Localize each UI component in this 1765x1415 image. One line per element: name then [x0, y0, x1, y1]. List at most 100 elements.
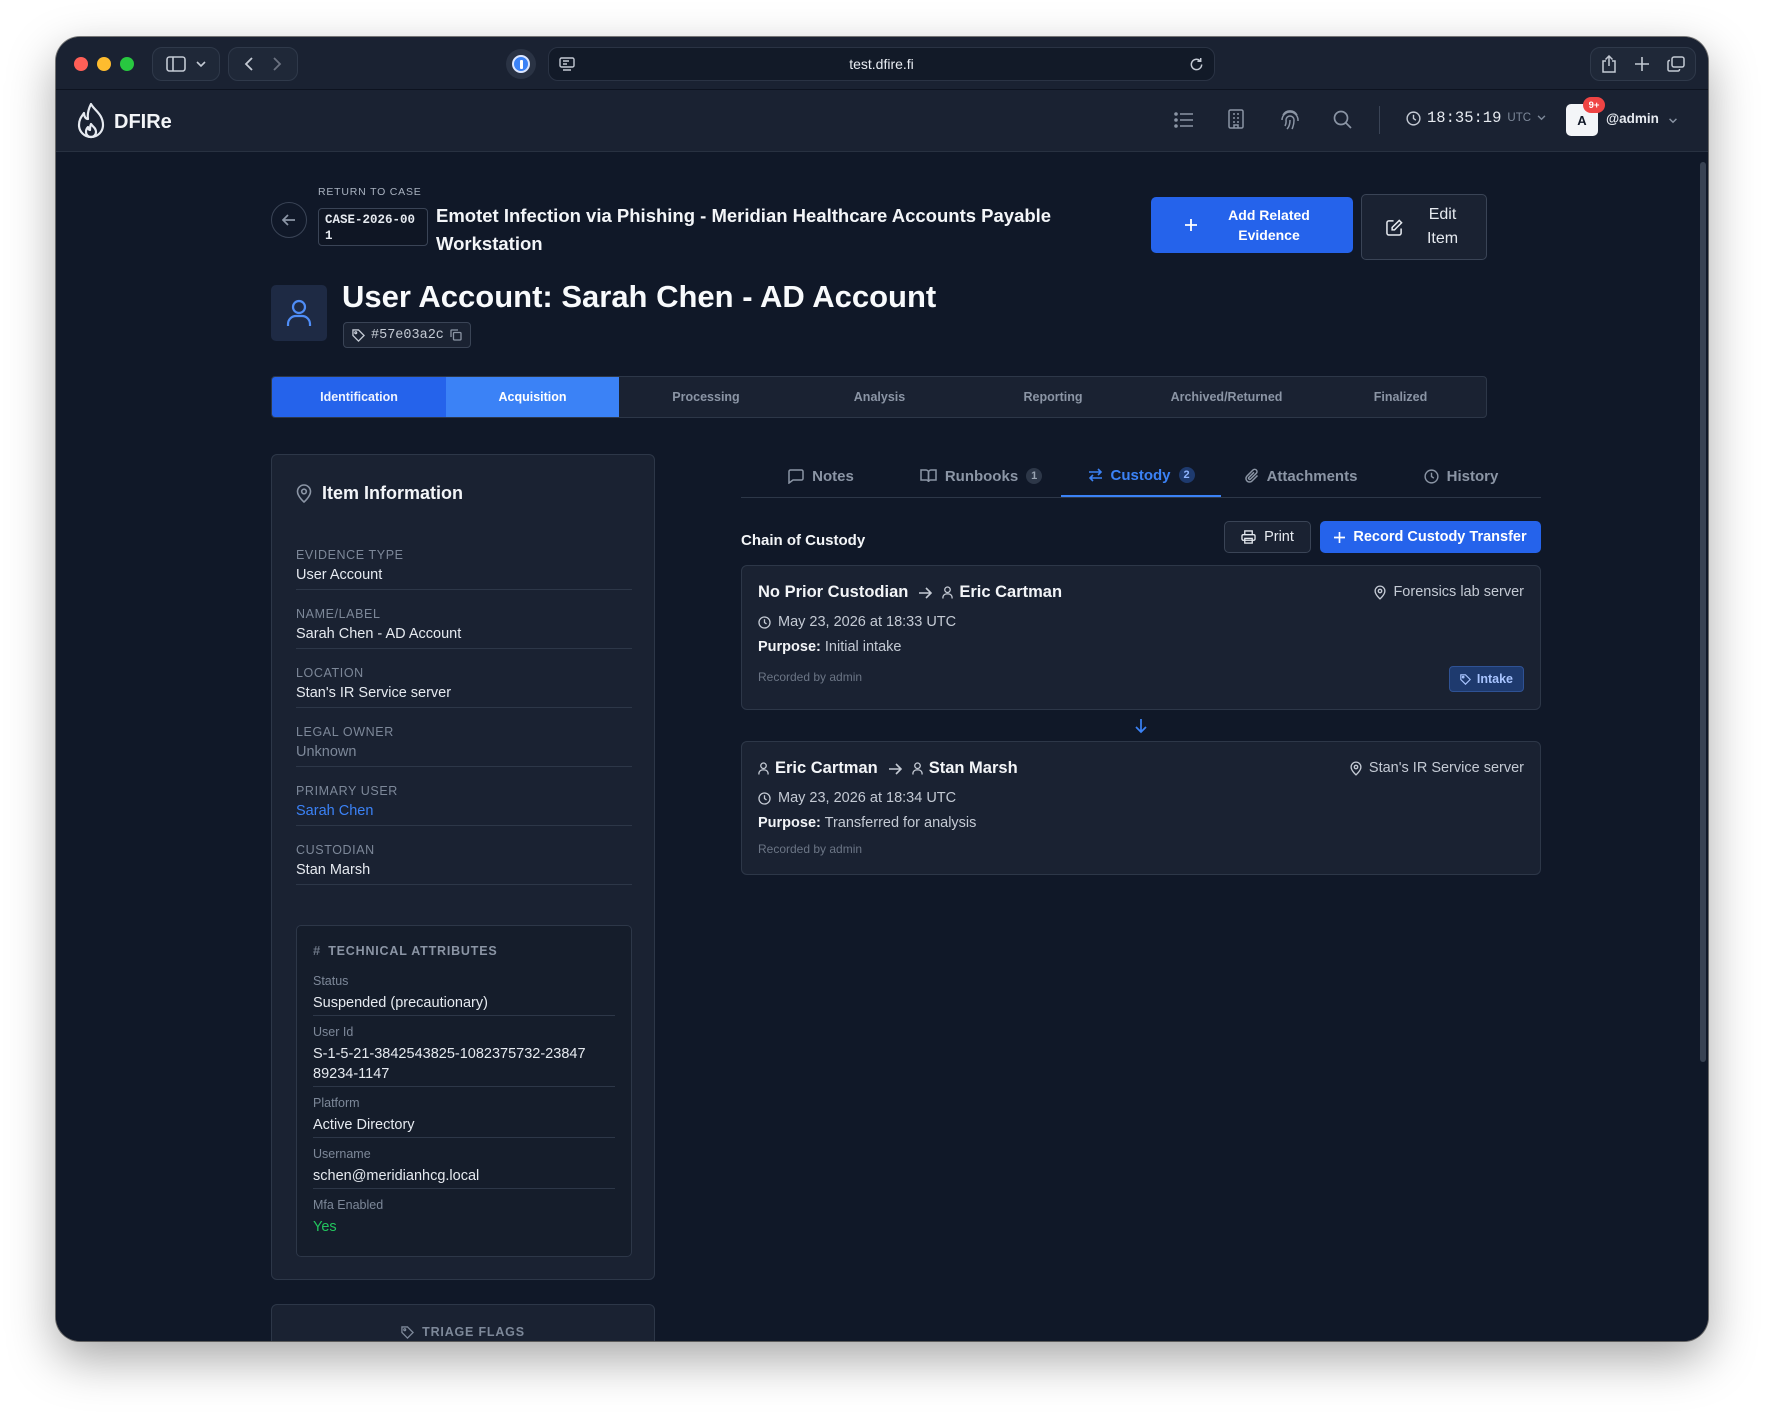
tag-icon: [401, 1325, 415, 1339]
item-information-title: Item Information: [322, 483, 464, 503]
custody-transfer-parties: No Prior Custodian Eric Cartman: [758, 583, 1062, 602]
zoom-window-button[interactable]: [120, 57, 134, 71]
case-title[interactable]: Emotet Infection via Phishing - Meridian…: [436, 202, 1076, 258]
add-related-evidence-label: Add Related Evidence: [1228, 207, 1310, 243]
custody-from: No Prior Custodian: [758, 583, 909, 601]
field-value: Stan's IR Service server: [296, 685, 452, 701]
copy-icon[interactable]: [450, 329, 462, 341]
arrow-down-icon: [1135, 719, 1147, 734]
attr-label: Status: [313, 974, 349, 988]
app-navbar: DFIRe 18:35:19 UTC A 9+ @admin: [56, 90, 1708, 152]
window-actions: [1590, 47, 1696, 81]
custody-datetime-text: May 23, 2026 at 18:33 UTC: [778, 614, 957, 630]
custody-count-badge: 2: [1178, 467, 1195, 483]
field-value: Unknown: [296, 744, 357, 760]
minimize-window-button[interactable]: [97, 57, 111, 71]
arrow-left-icon: [282, 214, 295, 226]
custody-datetime: May 23, 2026 at 18:34 UTC: [758, 790, 956, 806]
purpose-value: Transferred for analysis: [824, 815, 977, 831]
tab-overview-icon[interactable]: [1667, 56, 1685, 72]
primary-user-link[interactable]: Sarah Chen: [296, 803, 632, 819]
page-settings-icon[interactable]: [559, 57, 575, 71]
flame-logo-icon: [77, 102, 105, 139]
item-type-icon-box: [271, 285, 327, 341]
stage-acquisition[interactable]: Acquisition: [446, 377, 619, 417]
custody-to: Stan Marsh: [928, 759, 1018, 777]
technical-attributes-box: # TECHNICAL ATTRIBUTES Status Suspended (…: [296, 925, 632, 1257]
custody-location-text: Stan's IR Service server: [1368, 760, 1524, 776]
custody-to: Eric Cartman: [959, 583, 1063, 601]
notification-badge: 9+: [1583, 97, 1605, 113]
avatar-letter: A: [1577, 112, 1587, 128]
map-pin-icon: [1374, 585, 1387, 600]
fingerprint-icon[interactable]: [1280, 109, 1300, 130]
item-title: User Account: Sarah Chen - AD Account: [342, 279, 937, 314]
custody-entry: No Prior Custodian Eric Cartman Forensic…: [741, 565, 1541, 710]
stage-archived-returned[interactable]: Archived/Returned: [1140, 377, 1313, 417]
record-custody-transfer-label: Record Custody Transfer: [1353, 529, 1527, 545]
custody-transfer-parties: Eric Cartman Stan Marsh: [758, 759, 1018, 778]
sidebar-toggle-button[interactable]: [152, 47, 220, 81]
add-related-evidence-button[interactable]: Add Related Evidence: [1151, 197, 1353, 253]
stage-finalized[interactable]: Finalized: [1313, 377, 1486, 417]
close-window-button[interactable]: [74, 57, 88, 71]
user-icon: [758, 762, 769, 775]
clock-display[interactable]: 18:35:19 UTC: [1406, 109, 1546, 127]
edit-item-button[interactable]: Edit Item: [1361, 194, 1487, 260]
hash-icon: #: [313, 943, 321, 958]
forward-arrow-icon[interactable]: [272, 56, 282, 72]
book-open-icon: [920, 469, 937, 483]
purpose-value: Initial intake: [824, 639, 902, 655]
tag-icon: [1460, 673, 1471, 685]
case-id-badge[interactable]: CASE-2026-001: [318, 208, 428, 246]
password-manager-icon[interactable]: [506, 49, 536, 79]
technical-attributes-title: TECHNICAL ATTRIBUTES: [328, 943, 498, 958]
custody-location: Forensics lab server: [1374, 584, 1524, 600]
item-information-header: Item Information: [296, 483, 463, 504]
field-evidence-type: EVIDENCE TYPE User Account: [296, 548, 632, 590]
back-button[interactable]: [271, 202, 307, 238]
list-icon[interactable]: [1174, 112, 1194, 128]
tab-attachments[interactable]: Attachments: [1221, 455, 1381, 497]
item-hash-badge[interactable]: #57e03a2c: [343, 322, 471, 348]
custody-entry: Eric Cartman Stan Marsh Stan's IR Servic…: [741, 741, 1541, 875]
chevron-down-icon[interactable]: [1668, 118, 1678, 124]
custody-datetime-text: May 23, 2026 at 18:34 UTC: [778, 790, 957, 806]
new-tab-icon[interactable]: [1635, 57, 1649, 71]
stage-reporting[interactable]: Reporting: [966, 377, 1140, 417]
building-icon[interactable]: [1228, 109, 1244, 129]
tab-runbooks[interactable]: Runbooks 1: [901, 455, 1061, 497]
share-icon[interactable]: [1601, 55, 1617, 73]
attr-user-id: User Id S-1-5-21-3842543825-1082375732-23…: [313, 1025, 615, 1087]
stage-analysis[interactable]: Analysis: [793, 377, 966, 417]
brand-logo[interactable]: DFIRe: [74, 102, 172, 142]
triage-flags-header: TRIAGE FLAGS: [272, 1325, 654, 1339]
attr-value: Suspended (precautionary): [313, 995, 488, 1011]
page-scrollbar[interactable]: [1700, 162, 1706, 1062]
triage-flags-title: TRIAGE FLAGS: [422, 1325, 525, 1339]
search-icon[interactable]: [1333, 110, 1352, 129]
stage-processing[interactable]: Processing: [619, 377, 793, 417]
tab-history[interactable]: History: [1381, 455, 1541, 497]
browser-window: test.dfire.fi DFIRe 18:35:19 UTC A 9+ @a…: [56, 37, 1708, 1341]
tab-notes[interactable]: Notes: [741, 455, 901, 497]
avatar[interactable]: A 9+: [1566, 97, 1605, 136]
back-arrow-icon[interactable]: [244, 56, 254, 72]
stage-identification[interactable]: Identification: [272, 377, 446, 417]
lifecycle-stepper: Identification Acquisition Processing An…: [271, 376, 1487, 418]
tab-custody[interactable]: Custody 2: [1061, 455, 1221, 497]
intake-tag: Intake: [1448, 666, 1524, 692]
clock-time: 18:35:19: [1427, 109, 1502, 127]
user-icon: [942, 586, 954, 599]
custody-location: Stan's IR Service server: [1350, 760, 1524, 776]
plus-icon: [1185, 219, 1197, 231]
reload-icon[interactable]: [1189, 57, 1204, 72]
field-label: PRIMARY USER: [296, 784, 398, 798]
address-bar[interactable]: test.dfire.fi: [548, 47, 1215, 81]
attr-label: User Id: [313, 1025, 354, 1039]
map-pin-icon: [296, 484, 312, 503]
tag-icon: [352, 328, 365, 342]
username[interactable]: @admin: [1606, 111, 1659, 126]
record-custody-transfer-button[interactable]: Record Custody Transfer: [1320, 521, 1541, 553]
print-button[interactable]: Print: [1224, 521, 1311, 553]
